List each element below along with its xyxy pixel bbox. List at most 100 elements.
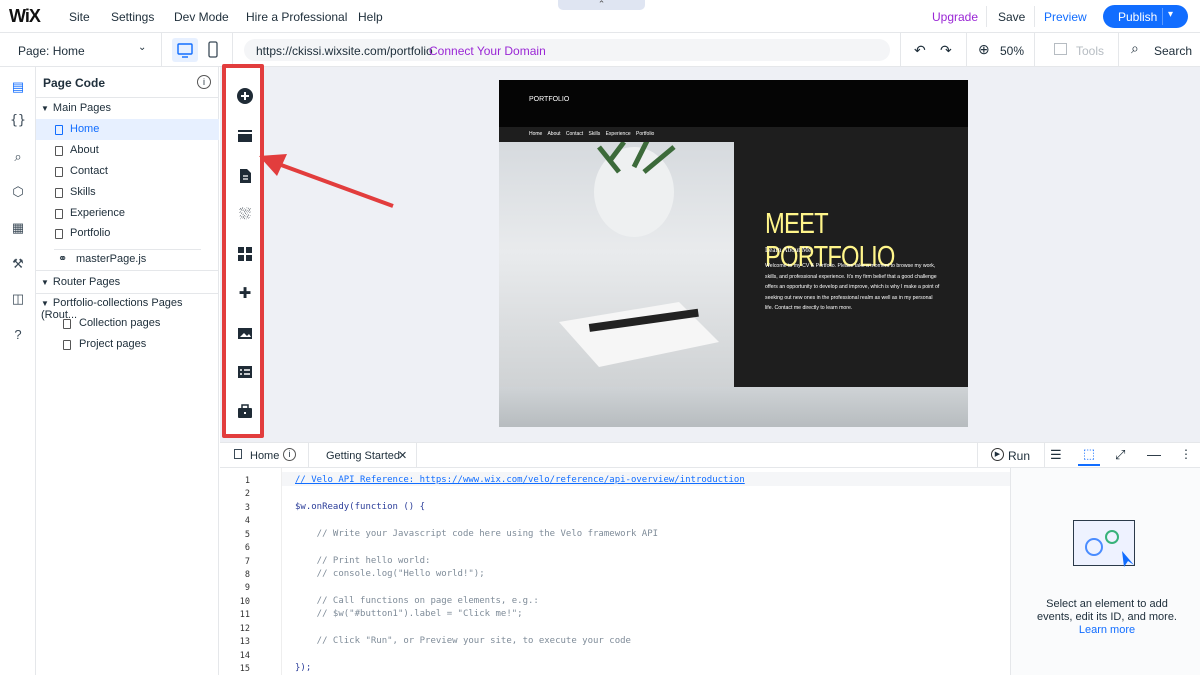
info-icon[interactable]: i xyxy=(197,75,211,89)
code-line[interactable]: // console.log("Hello world!"); xyxy=(295,569,485,579)
desktop-view-button[interactable] xyxy=(172,38,198,62)
business-tools-icon[interactable] xyxy=(237,404,253,420)
cms-icon[interactable] xyxy=(237,364,253,380)
packages-icon[interactable]: ⬡ xyxy=(10,184,26,200)
menu-help[interactable]: Help xyxy=(358,10,383,24)
add-apps-icon[interactable] xyxy=(237,246,253,262)
publish-button[interactable]: Publish ▾ xyxy=(1103,5,1188,28)
line-gutter: 1 2 3 4 5 6 7 8 9 10 11 12 13 14 15 xyxy=(220,468,282,675)
page-item-experience[interactable]: Experience xyxy=(36,203,219,224)
code-line[interactable]: // Velo API Reference: https://www.wix.c… xyxy=(295,475,745,485)
page-item-portfolio[interactable]: Portfolio xyxy=(36,223,219,244)
code-line[interactable]: // Print hello world: xyxy=(295,556,431,566)
page-item-about[interactable]: About xyxy=(36,140,219,161)
router-item-project[interactable]: Project pages xyxy=(36,334,219,355)
tab-home[interactable]: Home xyxy=(250,450,279,462)
line-number: 13 xyxy=(239,637,250,647)
info-icon[interactable]: i xyxy=(283,448,296,461)
site-design-icon[interactable]: ⛆ xyxy=(237,207,253,223)
pages-icon[interactable]: ▤ xyxy=(10,79,26,95)
hero-subhead[interactable]: Learn About Me xyxy=(765,246,811,254)
code-line[interactable]: // Call functions on page elements, e.g.… xyxy=(295,596,539,606)
puzzle-icon[interactable]: ✚ xyxy=(237,286,253,302)
search-icon[interactable]: ⌕ xyxy=(1131,40,1139,57)
master-page-item[interactable]: ⚭ masterPage.js xyxy=(36,249,219,270)
more-options-icon[interactable]: ⋮ xyxy=(1180,447,1192,461)
hero-body[interactable]: Welcome to my CV & Portfolio. Please tak… xyxy=(765,261,941,314)
divider xyxy=(1044,443,1045,468)
add-elements-icon[interactable] xyxy=(237,88,253,104)
learn-more-link[interactable]: Learn more xyxy=(1031,624,1183,637)
code-line[interactable]: // Click "Run", or Preview your site, to… xyxy=(295,636,631,646)
media-icon[interactable] xyxy=(237,325,253,341)
tools-button[interactable]: Tools xyxy=(1076,44,1104,58)
undo-icon[interactable]: ↶ xyxy=(914,42,926,59)
page-label: Contact xyxy=(70,165,108,177)
main-pages-section[interactable]: ▼ Main Pages xyxy=(41,102,111,114)
menu-settings[interactable]: Settings xyxy=(111,10,154,24)
pages-menu-icon[interactable] xyxy=(237,168,253,184)
chevron-down-icon[interactable]: ▾ xyxy=(1168,9,1173,20)
site-nav[interactable]: Home About Contact Skills Experience Por… xyxy=(529,131,654,137)
close-icon[interactable]: ✕ xyxy=(398,449,407,462)
search-button[interactable]: Search xyxy=(1154,44,1192,58)
properties-icon[interactable]: ☰ xyxy=(1050,447,1062,463)
play-icon[interactable]: ▶ xyxy=(991,448,1004,461)
site-logo[interactable]: PORTFOLIO xyxy=(529,96,569,103)
code-line[interactable]: $w.onReady(function () { xyxy=(295,502,425,512)
page-label: Collection pages xyxy=(79,317,161,329)
tools-icon[interactable] xyxy=(1054,43,1067,55)
code-line[interactable]: }); xyxy=(295,663,311,673)
help-icon[interactable]: ? xyxy=(10,327,26,343)
mobile-view-button[interactable] xyxy=(206,40,220,63)
code-line[interactable]: // Write your Javascript code here using… xyxy=(295,529,658,539)
line-number: 4 xyxy=(244,516,250,526)
line-number: 14 xyxy=(239,651,250,661)
menu-hire-professional[interactable]: Hire a Professional xyxy=(246,10,347,24)
save-button[interactable]: Save xyxy=(998,10,1025,24)
minimize-icon[interactable]: — xyxy=(1147,446,1161,462)
page-item-contact[interactable]: Contact xyxy=(36,161,219,182)
line-number: 12 xyxy=(239,624,250,634)
page-icon xyxy=(55,229,63,239)
editor-toolbar: Page: Home ⌄ https://ckissi.wixsite.com/… xyxy=(0,33,1200,67)
chevron-down-icon[interactable]: ⌄ xyxy=(138,42,146,53)
connect-domain-link[interactable]: Connect Your Domain xyxy=(429,44,546,58)
line-number: 2 xyxy=(244,489,250,499)
divider xyxy=(416,443,417,468)
apps-icon[interactable]: ◫ xyxy=(10,291,26,307)
expand-icon[interactable]: ⤢ xyxy=(1115,447,1125,463)
zoom-icon[interactable]: ⊕ xyxy=(978,41,990,58)
router-item-collection[interactable]: Collection pages xyxy=(36,313,219,334)
mobile-icon xyxy=(208,41,218,58)
upgrade-link[interactable]: Upgrade xyxy=(932,10,978,24)
menu-site[interactable]: Site xyxy=(69,10,90,24)
collapse-handle[interactable]: ⌃ xyxy=(558,0,645,10)
page-item-home[interactable]: Home xyxy=(36,119,219,140)
code-icon[interactable]: {} xyxy=(10,113,26,129)
line-number: 1 xyxy=(244,476,250,486)
wix-logo[interactable]: WiX xyxy=(9,6,41,27)
code-editor[interactable]: // Velo API Reference: https://www.wix.c… xyxy=(282,468,1010,675)
preview-button[interactable]: Preview xyxy=(1044,10,1087,24)
page-item-skills[interactable]: Skills xyxy=(36,182,219,203)
menu-dev-mode[interactable]: Dev Mode xyxy=(174,10,229,24)
divider xyxy=(1034,33,1035,67)
add-section-icon[interactable] xyxy=(237,128,253,144)
code-line[interactable]: // $w("#button1").label = "Click me!"; xyxy=(295,609,523,619)
element-select-icon[interactable]: ⬚ xyxy=(1078,446,1100,466)
tab-getting-started[interactable]: Getting Started xyxy=(326,450,400,462)
developer-tools-icon[interactable]: ⚒ xyxy=(10,256,26,272)
run-button[interactable]: Run xyxy=(1008,449,1030,463)
page-select[interactable]: Page: Home xyxy=(18,44,85,58)
page-icon xyxy=(55,188,63,198)
redo-icon[interactable]: ↷ xyxy=(940,42,952,59)
zoom-level[interactable]: 50% xyxy=(1000,44,1024,58)
site-preview[interactable]: PORTFOLIO Home About Contact Skills Expe… xyxy=(499,80,968,427)
page-icon xyxy=(55,167,63,177)
divider xyxy=(36,270,219,271)
search-icon[interactable]: ⌕ xyxy=(10,149,26,165)
database-icon[interactable]: ▦ xyxy=(10,220,26,236)
router-pages-section[interactable]: ▼ Router Pages xyxy=(41,276,120,288)
line-number: 10 xyxy=(239,597,250,607)
